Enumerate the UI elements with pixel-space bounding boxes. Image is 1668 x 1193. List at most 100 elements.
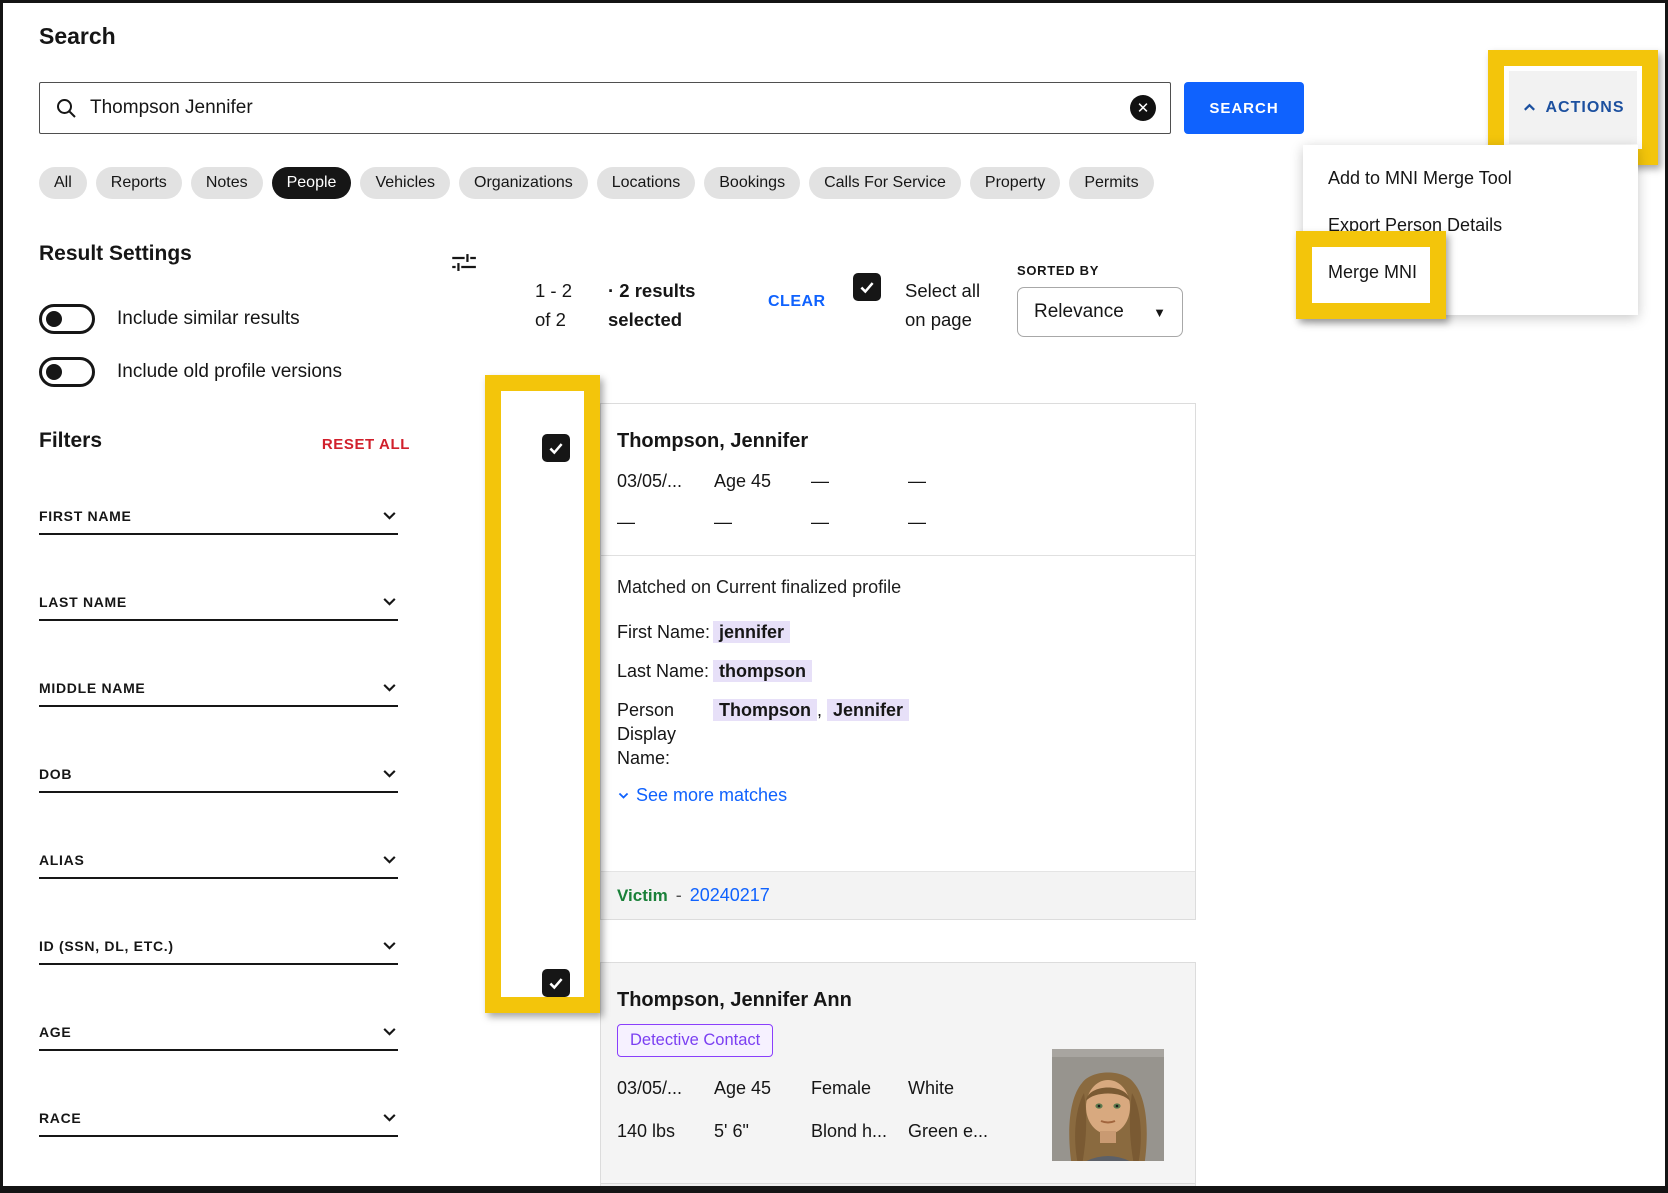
page-title: Search	[39, 23, 116, 50]
tab-bookings[interactable]: Bookings	[704, 167, 800, 199]
actions-button[interactable]: ACTIONS	[1509, 71, 1637, 144]
chevron-up-icon	[1522, 100, 1537, 115]
search-box: ✕	[39, 82, 1171, 134]
chevron-down-icon	[381, 679, 398, 696]
checkbox-column-highlight-box	[485, 375, 600, 1013]
match-label: First Name:	[617, 620, 713, 644]
see-more-matches-link[interactable]: See more matches	[617, 785, 1179, 806]
filter-first-name[interactable]: FIRST NAME	[39, 487, 398, 535]
chevron-down-icon	[381, 851, 398, 868]
search-input[interactable]	[90, 97, 1130, 119]
highlighted-match-term: thompson	[713, 660, 812, 682]
tab-property[interactable]: Property	[970, 167, 1060, 199]
result-range: 1 - 2 of 2	[535, 276, 572, 334]
toggle-label: Include old profile versions	[117, 361, 342, 383]
report-number-link[interactable]: 20240217	[690, 885, 770, 906]
highlighted-match-term: jennifer	[713, 621, 790, 643]
include-similar-results-toggle[interactable]	[39, 304, 95, 334]
match-rows: First Name:jenniferLast Name:thompsonPer…	[617, 598, 1179, 770]
info-cell: Age 45	[714, 1078, 811, 1099]
actions-button-label: ACTIONS	[1546, 99, 1625, 117]
filter-label: RACE	[39, 1110, 81, 1126]
sorted-by-label: SORTED BY	[1017, 263, 1099, 278]
match-values: Thompson, Jennifer	[713, 698, 909, 770]
results-selected-count: · 2 results selected	[608, 276, 695, 334]
info-cell: 03/05/...	[617, 1078, 714, 1099]
filter-label: ID (SSN, DL, ETC.)	[39, 938, 174, 954]
tab-calls-for-service[interactable]: Calls For Service	[809, 167, 961, 199]
info-cell: —	[908, 512, 1005, 533]
select-all-checkbox[interactable]	[853, 273, 881, 301]
reset-all-filters-button[interactable]: RESET ALL	[303, 436, 410, 453]
select-all-line2: on page	[905, 305, 980, 334]
filter-last-name[interactable]: LAST NAME	[39, 573, 398, 621]
filter-id-ssn-dl-etc[interactable]: ID (SSN, DL, ETC.)	[39, 917, 398, 965]
match-row-person-display-name: Person Display Name:Thompson, Jennifer	[617, 698, 1179, 770]
chevron-down-icon	[617, 789, 630, 802]
info-cell: —	[811, 471, 908, 492]
chevron-down-icon	[381, 593, 398, 610]
info-cell: Female	[811, 1078, 908, 1099]
match-label: Last Name:	[617, 659, 713, 683]
tab-people[interactable]: People	[272, 167, 352, 199]
select-all-label: Select all on page	[905, 276, 980, 334]
search-icon	[54, 96, 78, 120]
include-old-profiles-toggle[interactable]	[39, 357, 95, 387]
menu-item-merge-mni[interactable]: Merge MNI	[1303, 249, 1638, 296]
info-cell: Blond h...	[811, 1121, 908, 1142]
filter-age[interactable]: AGE	[39, 1003, 398, 1051]
highlighted-match-term: Jennifer	[827, 699, 909, 721]
detective-contact-badge: Detective Contact	[617, 1024, 773, 1057]
see-more-label: See more matches	[636, 785, 787, 806]
chevron-down-icon	[381, 937, 398, 954]
menu-item-export-person-details[interactable]: Export Person Details	[1303, 202, 1638, 249]
result-card-2[interactable]: Thompson, Jennifer Ann Detective Contact…	[600, 962, 1196, 1190]
result-2-checkbox[interactable]	[542, 969, 570, 997]
tab-locations[interactable]: Locations	[597, 167, 696, 199]
person-name[interactable]: Thompson, Jennifer	[617, 404, 1179, 453]
result-range-line1: 1 - 2	[535, 276, 572, 305]
info-cell: 140 lbs	[617, 1121, 714, 1142]
toggle-label: Include similar results	[117, 308, 300, 330]
search-page: Search ✕ SEARCH ACTIONS Add to MNI Merge…	[0, 0, 1668, 1193]
filter-label: ALIAS	[39, 852, 85, 868]
tab-reports[interactable]: Reports	[96, 167, 182, 199]
toggle-knob	[46, 364, 62, 380]
clear-selection-button[interactable]: CLEAR	[768, 293, 826, 311]
filter-label: FIRST NAME	[39, 508, 132, 524]
toggle-knob	[46, 311, 62, 327]
tab-organizations[interactable]: Organizations	[459, 167, 588, 199]
tab-all[interactable]: All	[39, 167, 87, 199]
result-card-1[interactable]: Thompson, Jennifer 03/05/...Age 45—— ———…	[600, 403, 1196, 920]
filter-middle-name[interactable]: MIDDLE NAME	[39, 659, 398, 707]
info-cell: 03/05/...	[617, 471, 714, 492]
filter-race[interactable]: RACE	[39, 1089, 398, 1137]
menu-item-add-to-mni-merge-tool[interactable]: Add to MNI Merge Tool	[1303, 155, 1638, 202]
chevron-down-icon	[381, 507, 398, 524]
sort-dropdown[interactable]: Relevance ▼	[1017, 287, 1183, 337]
match-row-last-name: Last Name:thompson	[617, 659, 1179, 683]
tab-notes[interactable]: Notes	[191, 167, 263, 199]
filters-title: Filters	[39, 429, 102, 453]
toggle-row-similar-results: Include similar results	[39, 304, 300, 334]
info-cell: —	[908, 471, 1005, 492]
search-button[interactable]: SEARCH	[1184, 82, 1304, 134]
involvement-separator: -	[676, 885, 682, 906]
tab-vehicles[interactable]: Vehicles	[360, 167, 450, 199]
clear-search-icon[interactable]: ✕	[1130, 95, 1156, 121]
result-range-line2: of 2	[535, 305, 572, 334]
match-values: thompson	[713, 659, 812, 683]
filter-label: DOB	[39, 766, 72, 782]
results-selected-line1: · 2 results	[608, 276, 695, 305]
tab-permits[interactable]: Permits	[1069, 167, 1153, 199]
filter-dob[interactable]: DOB	[39, 745, 398, 793]
person-name[interactable]: Thompson, Jennifer Ann	[617, 963, 1179, 1012]
match-values: jennifer	[713, 620, 790, 644]
info-cell: White	[908, 1078, 1005, 1099]
filter-alias[interactable]: ALIAS	[39, 831, 398, 879]
result-settings-title: Result Settings	[39, 242, 192, 266]
result-display-settings-icon[interactable]	[450, 249, 477, 276]
result-1-checkbox[interactable]	[542, 434, 570, 462]
chevron-down-icon	[381, 1023, 398, 1040]
select-all-line1: Select all	[905, 276, 980, 305]
